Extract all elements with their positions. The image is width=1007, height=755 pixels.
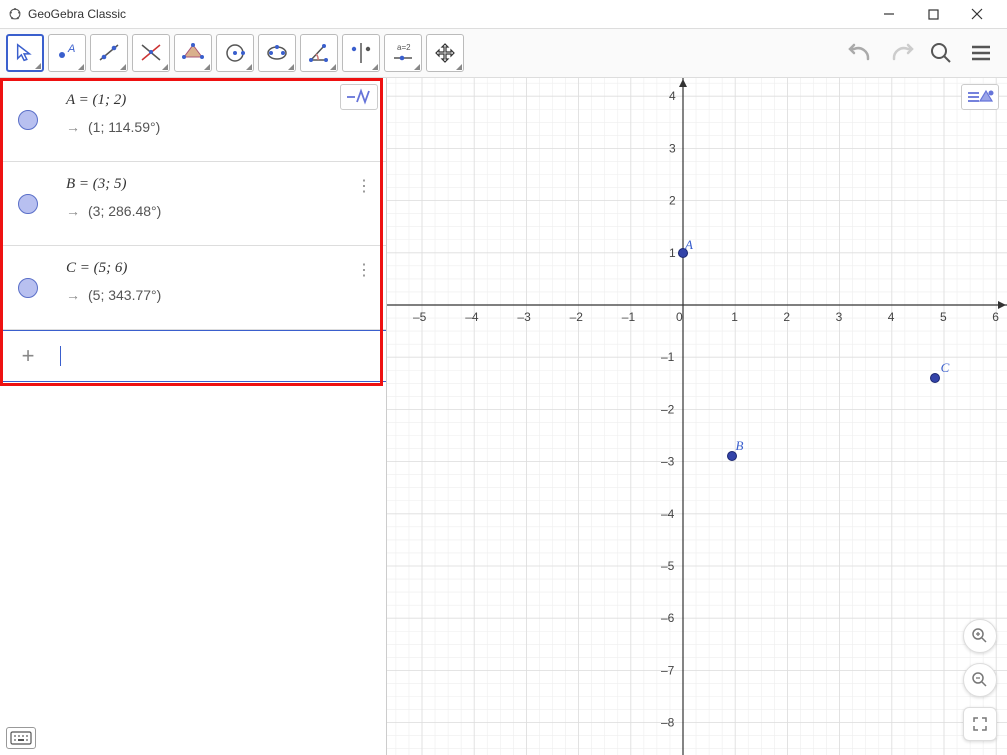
tool-point[interactable]: A bbox=[48, 34, 86, 72]
maximize-button[interactable] bbox=[911, 0, 955, 28]
svg-text:1: 1 bbox=[669, 246, 676, 260]
svg-text:3: 3 bbox=[836, 310, 843, 324]
algebra-input-row[interactable]: + bbox=[0, 330, 386, 382]
point-c[interactable] bbox=[930, 373, 940, 383]
svg-text:0: 0 bbox=[676, 310, 683, 324]
algebra-input-field[interactable] bbox=[56, 346, 386, 366]
zoom-in-button[interactable] bbox=[963, 619, 997, 653]
tool-perpendicular[interactable] bbox=[132, 34, 170, 72]
tool-reflect[interactable] bbox=[342, 34, 380, 72]
algebra-row-b[interactable]: B = (3; 5) →(3; 286.48°) ⋮ bbox=[0, 162, 386, 246]
point-label-b: B bbox=[736, 438, 744, 454]
tool-circle[interactable] bbox=[216, 34, 254, 72]
svg-text:6: 6 bbox=[992, 310, 999, 324]
tool-polygon[interactable] bbox=[174, 34, 212, 72]
row-content: C = (5; 6) →(5; 343.77°) bbox=[56, 246, 386, 329]
object-value: →(3; 286.48°) bbox=[66, 203, 376, 219]
app-logo-icon bbox=[8, 7, 22, 21]
window-title: GeoGebra Classic bbox=[28, 7, 126, 21]
visibility-toggle[interactable] bbox=[0, 78, 56, 161]
zoom-controls bbox=[963, 619, 997, 741]
object-definition: C = (5; 6) bbox=[66, 260, 376, 277]
row-content: A = (1; 2) →(1; 114.59°) bbox=[56, 78, 386, 161]
minimize-button[interactable] bbox=[867, 0, 911, 28]
point-label-a: A bbox=[685, 237, 693, 253]
svg-text:–6: –6 bbox=[661, 611, 675, 625]
algebra-view: A = (1; 2) →(1; 114.59°) B = (3; 5) →(3;… bbox=[0, 78, 387, 755]
svg-text:–4: –4 bbox=[465, 310, 479, 324]
object-definition: A = (1; 2) bbox=[66, 92, 376, 109]
graphics-view[interactable]: –5 –4 –3 –2 –1 0 1 2 3 4 5 6 –8 –7 –6 –5 –4 –3 –2 –1 1 2 3 4 A B… bbox=[387, 78, 1007, 755]
tool-line[interactable] bbox=[90, 34, 128, 72]
zoom-out-button[interactable] bbox=[963, 663, 997, 697]
main-area: A = (1; 2) →(1; 114.59°) B = (3; 5) →(3;… bbox=[0, 78, 1007, 755]
virtual-keyboard-button[interactable] bbox=[6, 727, 36, 749]
svg-text:–4: –4 bbox=[661, 507, 675, 521]
svg-text:–7: –7 bbox=[661, 663, 675, 677]
object-value: →(5; 343.77°) bbox=[66, 287, 376, 303]
row-content: B = (3; 5) →(3; 286.48°) bbox=[56, 162, 386, 245]
svg-text:–2: –2 bbox=[570, 310, 584, 324]
row-menu-icon[interactable]: ⋮ bbox=[356, 260, 372, 280]
tool-move[interactable] bbox=[6, 34, 44, 72]
tool-ellipse[interactable] bbox=[258, 34, 296, 72]
svg-text:–2: –2 bbox=[661, 402, 675, 416]
algebra-row-c[interactable]: C = (5; 6) →(5; 343.77°) ⋮ bbox=[0, 246, 386, 330]
symbolic-toggle-button[interactable] bbox=[340, 84, 378, 110]
visibility-toggle[interactable] bbox=[0, 246, 56, 329]
graphics-settings-button[interactable] bbox=[961, 84, 999, 110]
algebra-row-a[interactable]: A = (1; 2) →(1; 114.59°) bbox=[0, 78, 386, 162]
row-menu-icon[interactable]: ⋮ bbox=[356, 176, 372, 196]
svg-text:–1: –1 bbox=[622, 310, 636, 324]
undo-button[interactable] bbox=[841, 33, 881, 73]
svg-text:–3: –3 bbox=[517, 310, 531, 324]
add-input-icon: + bbox=[0, 343, 56, 369]
tool-angle[interactable] bbox=[300, 34, 338, 72]
svg-text:a=2: a=2 bbox=[397, 43, 411, 52]
svg-text:1: 1 bbox=[731, 310, 738, 324]
object-value: →(1; 114.59°) bbox=[66, 119, 376, 135]
fullscreen-button[interactable] bbox=[963, 707, 997, 741]
point-label-c: C bbox=[941, 360, 950, 376]
svg-text:3: 3 bbox=[669, 141, 676, 155]
tool-move-view[interactable] bbox=[426, 34, 464, 72]
svg-text:A: A bbox=[67, 43, 75, 55]
svg-text:2: 2 bbox=[783, 310, 790, 324]
visibility-toggle[interactable] bbox=[0, 162, 56, 245]
svg-text:–1: –1 bbox=[661, 350, 675, 364]
tool-slider[interactable]: a=2 bbox=[384, 34, 422, 72]
coordinate-grid: –5 –4 –3 –2 –1 0 1 2 3 4 5 6 –8 –7 –6 –5 –4 –3 –2 –1 1 2 3 4 bbox=[387, 78, 1007, 755]
svg-text:4: 4 bbox=[669, 89, 676, 103]
close-button[interactable] bbox=[955, 0, 999, 28]
redo-button[interactable] bbox=[881, 33, 921, 73]
svg-text:4: 4 bbox=[888, 310, 895, 324]
title-bar: GeoGebra Classic bbox=[0, 0, 1007, 28]
object-definition: B = (3; 5) bbox=[66, 176, 376, 193]
search-button[interactable] bbox=[921, 33, 961, 73]
svg-text:–5: –5 bbox=[661, 559, 675, 573]
svg-text:–5: –5 bbox=[413, 310, 427, 324]
menu-button[interactable] bbox=[961, 33, 1001, 73]
svg-text:–3: –3 bbox=[661, 455, 675, 469]
main-toolbar: A a=2 bbox=[0, 28, 1007, 78]
svg-text:–8: –8 bbox=[661, 716, 675, 730]
svg-text:2: 2 bbox=[669, 194, 676, 208]
svg-text:5: 5 bbox=[940, 310, 947, 324]
